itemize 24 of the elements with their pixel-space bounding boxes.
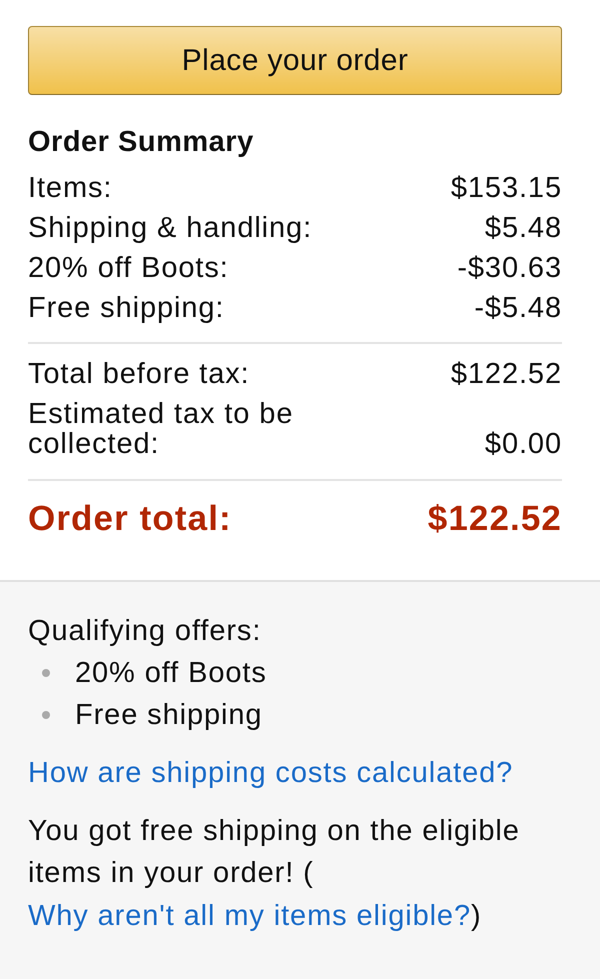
bullet-icon [42,669,50,677]
summary-amount: $5.48 [484,213,562,243]
summary-label: Shipping & handling: [28,213,312,243]
summary-label: Items: [28,173,112,203]
summary-label: 20% off Boots: [28,253,229,283]
summary-amount: -$5.48 [474,293,562,323]
summary-amount: $122.52 [450,359,562,389]
order-summary-heading: Order Summary [28,127,255,157]
place-order-button[interactable]: Place your order [28,26,562,95]
summary-label: Free shipping: [28,293,224,323]
bullet-icon [42,711,50,719]
qualifying-offers-heading: Qualifying offers: [28,616,262,646]
summary-label: Estimated tax to be collected: [28,399,294,459]
summary-amount: -$30.63 [457,253,562,283]
shipping-costs-link[interactable]: How are shipping costs calculated? [28,758,514,788]
order-total-amount: $122.52 [428,501,562,537]
summary-label: Total before tax: [28,359,250,389]
offer-item: Free shipping [75,700,262,730]
eligibility-link[interactable]: Why aren't all my items eligible? [28,900,471,932]
offer-item: 20% off Boots [75,658,267,688]
summary-amount: $0.00 [484,429,562,459]
order-total-label: Order total: [28,501,232,537]
free-shipping-note: You got free shipping on the eligible items in your order! ( Why aren't all my items eligible?) [28,814,521,934]
summary-amount: $153.15 [450,173,562,203]
